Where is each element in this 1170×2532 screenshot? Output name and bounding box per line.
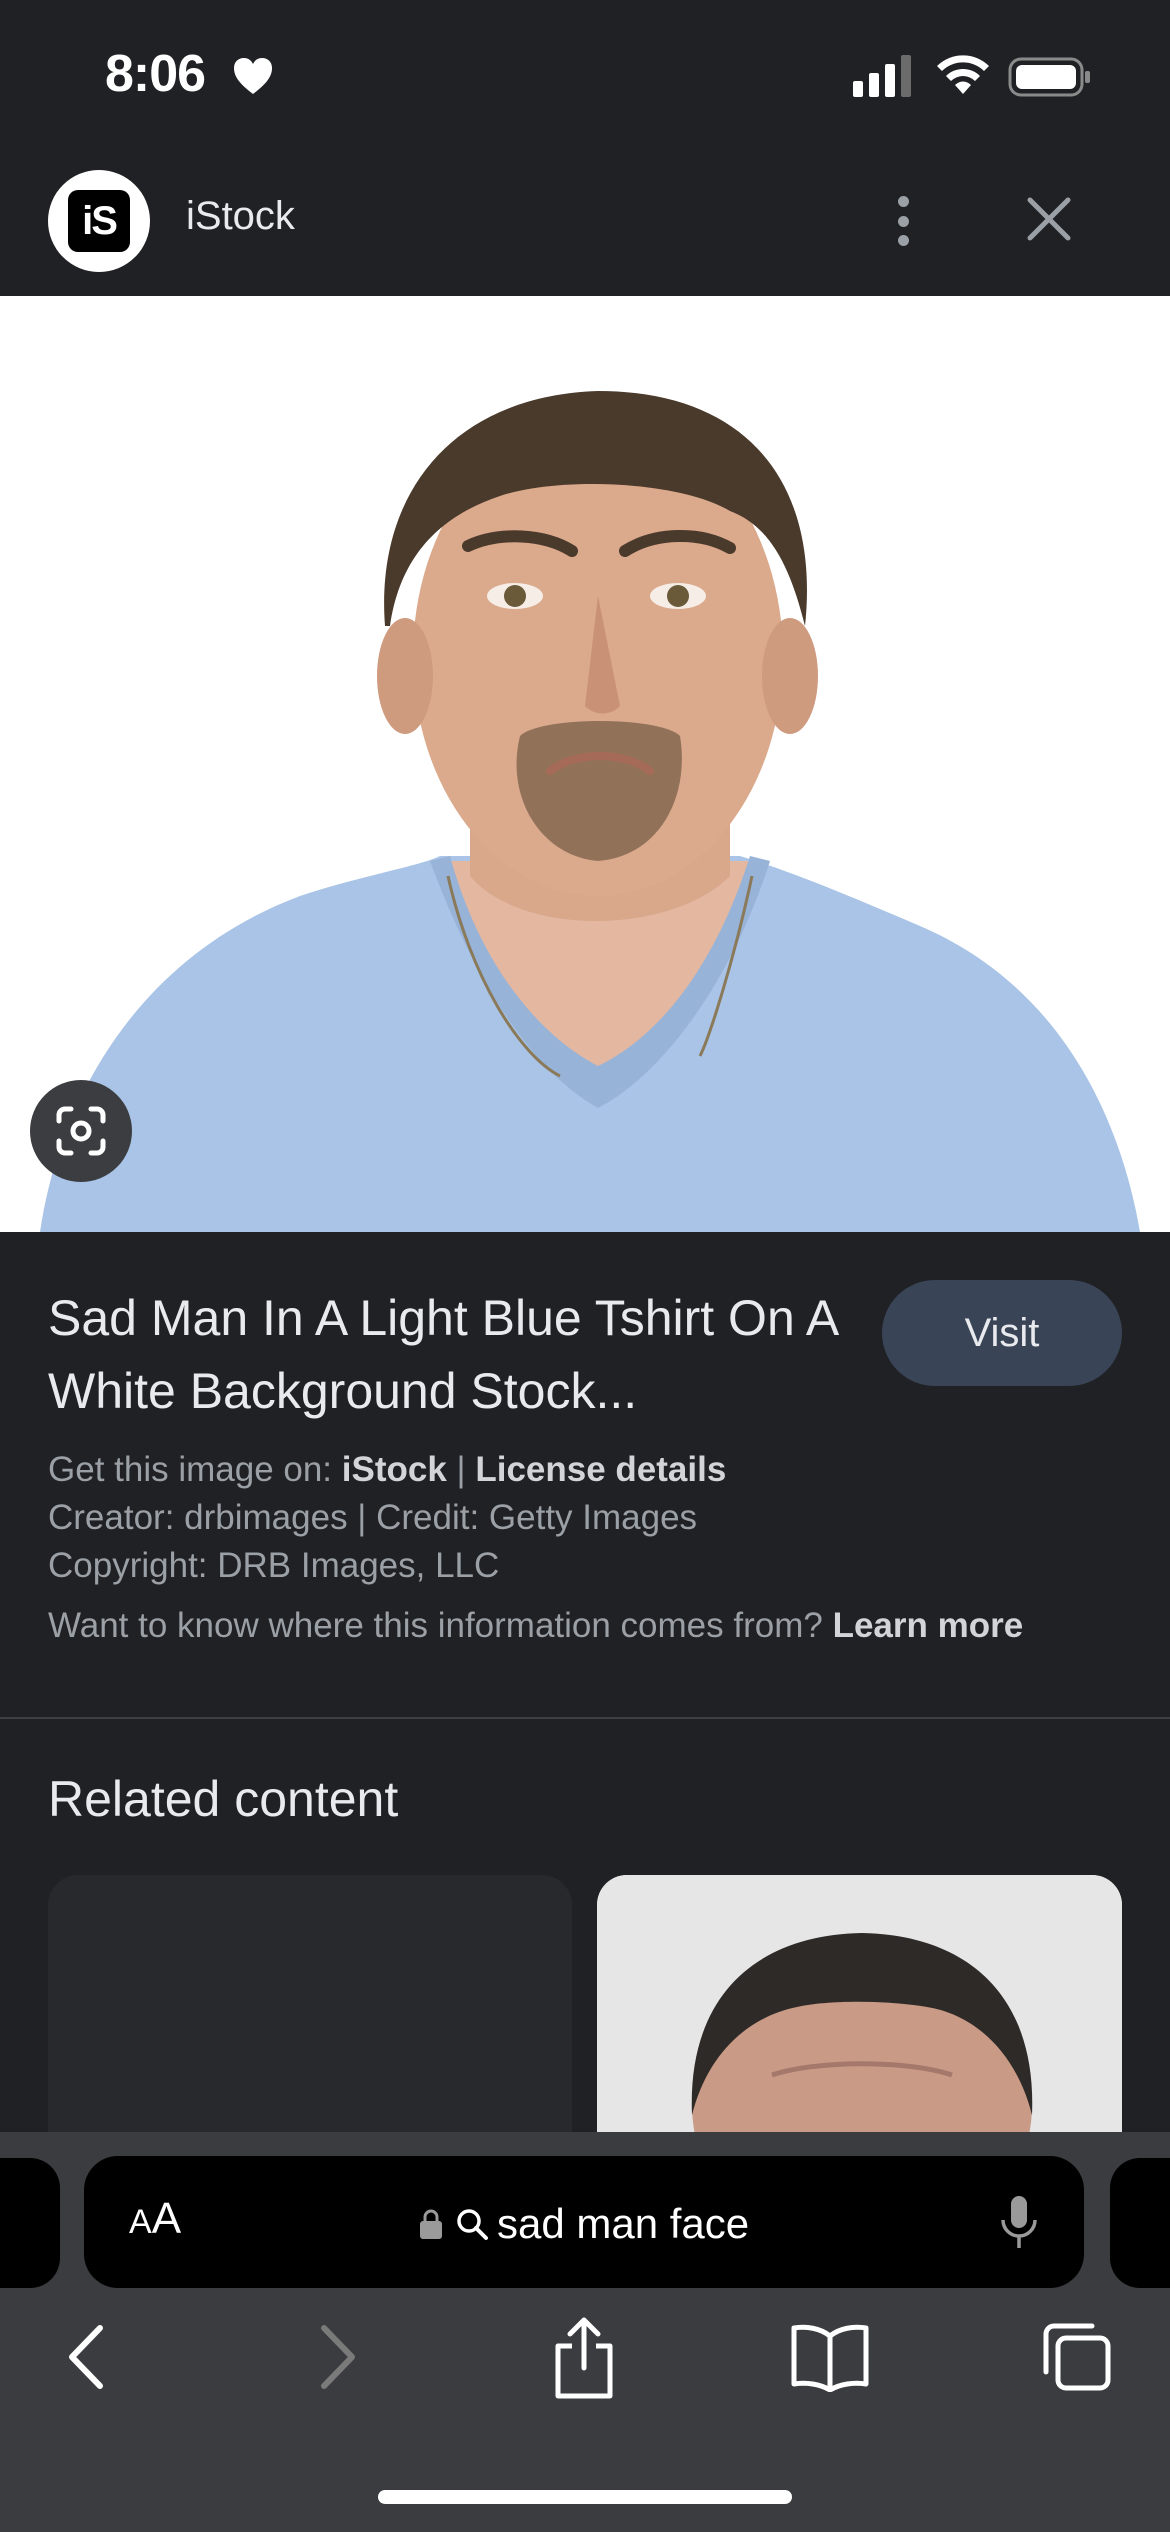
next-tab-preview[interactable] xyxy=(1110,2158,1170,2288)
aa-small: A xyxy=(129,2203,152,2241)
lock-icon xyxy=(420,2209,442,2239)
learn-more-link[interactable]: Learn more xyxy=(833,1606,1024,1645)
image-preview[interactable] xyxy=(0,296,1170,1232)
related-card[interactable] xyxy=(48,1875,572,2135)
status-bar: 8:06 xyxy=(0,0,1170,150)
info-source-line: Want to know where this information come… xyxy=(48,1606,1023,1646)
bookmarks-icon[interactable] xyxy=(790,2322,870,2392)
more-vert-icon[interactable] xyxy=(880,188,926,254)
status-time: 8:06 xyxy=(105,45,206,103)
address-bar[interactable]: AA sad man face xyxy=(84,2156,1084,2288)
previous-tab-preview[interactable] xyxy=(0,2158,60,2288)
battery-icon xyxy=(1008,57,1090,97)
info-question: Want to know where this information come… xyxy=(48,1606,833,1645)
copyright-line: Copyright: DRB Images, LLC xyxy=(48,1546,500,1585)
source-link[interactable]: iStock xyxy=(342,1450,447,1489)
home-indicator[interactable] xyxy=(378,2490,792,2504)
site-name[interactable]: iStock xyxy=(186,194,295,239)
close-icon[interactable] xyxy=(1020,190,1078,248)
related-thumbnail xyxy=(597,1875,1122,2135)
tabs-icon[interactable] xyxy=(1040,2320,1112,2394)
site-logo-mark: iS xyxy=(68,190,130,252)
heart-icon xyxy=(234,58,272,94)
section-divider xyxy=(0,1717,1170,1719)
back-icon[interactable] xyxy=(62,2322,112,2392)
separator: | xyxy=(446,1450,476,1489)
address-text: sad man face xyxy=(497,2200,750,2247)
page: 8:06 iS iStock Sad Man In A Light Blue T… xyxy=(0,0,1170,2532)
visit-button[interactable]: Visit xyxy=(882,1280,1122,1386)
source-prefix: Get this image on: xyxy=(48,1450,342,1489)
site-logo[interactable]: iS xyxy=(48,170,150,272)
related-card[interactable] xyxy=(597,1875,1122,2135)
signal-icon xyxy=(853,55,911,97)
sad-man-photo xyxy=(0,296,1170,1232)
license-details-link[interactable]: License details xyxy=(475,1450,726,1489)
mic-icon[interactable] xyxy=(999,2194,1039,2252)
address-content[interactable]: sad man face xyxy=(419,2196,749,2252)
share-icon[interactable] xyxy=(548,2316,620,2400)
source-header: iS iStock xyxy=(0,150,1170,296)
lens-button[interactable] xyxy=(30,1080,132,1182)
search-icon xyxy=(457,2209,488,2240)
aa-large: A xyxy=(151,2194,182,2243)
reader-options-button[interactable]: AA xyxy=(129,2194,181,2244)
wifi-icon xyxy=(937,55,989,94)
related-content-title: Related content xyxy=(48,1771,399,1827)
forward-icon[interactable] xyxy=(312,2322,362,2392)
source-line: Get this image on: iStock | License deta… xyxy=(48,1450,726,1490)
image-title[interactable]: Sad Man In A Light Blue Tshirt On A Whit… xyxy=(48,1282,868,1428)
creator-line: Creator: drbimages | Credit: Getty Image… xyxy=(48,1498,698,1537)
lens-icon xyxy=(56,1106,106,1156)
image-info: Sad Man In A Light Blue Tshirt On A Whit… xyxy=(0,1232,1170,1718)
